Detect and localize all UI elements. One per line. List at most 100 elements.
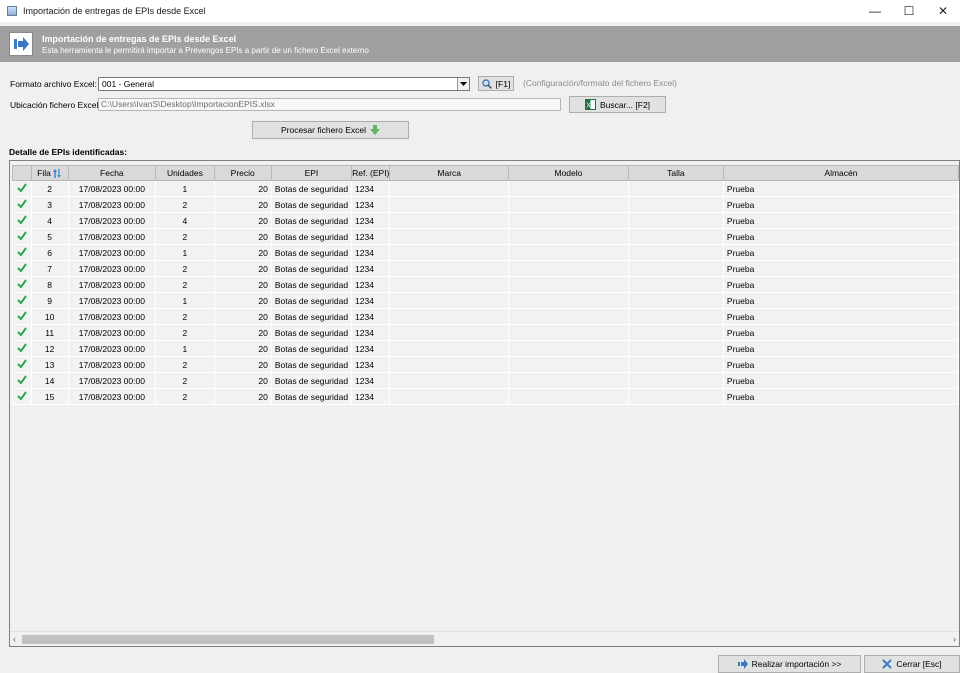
- cell-ref[interactable]: 1234: [351, 308, 391, 325]
- cell-talla[interactable]: [627, 244, 724, 261]
- cell-precio[interactable]: 20: [213, 292, 272, 309]
- cell-unidades[interactable]: 1: [155, 180, 215, 197]
- cell-modelo[interactable]: [508, 292, 629, 309]
- col-header-talla[interactable]: Talla: [627, 165, 724, 181]
- cell-unidades[interactable]: 2: [155, 196, 215, 213]
- cell-talla[interactable]: [627, 372, 724, 389]
- cell-epi[interactable]: Botas de seguridad: [270, 196, 353, 213]
- cell-marca[interactable]: [389, 356, 510, 373]
- table-row[interactable]: 4 17/08/2023 00:00 4 20 Botas de seguridad 12…: [12, 212, 959, 229]
- cell-unidades[interactable]: 2: [155, 356, 215, 373]
- cell-marca[interactable]: [389, 388, 510, 405]
- cell-unidades[interactable]: 2: [155, 276, 215, 293]
- cell-fila[interactable]: 7: [30, 260, 69, 277]
- cell-talla[interactable]: [627, 196, 724, 213]
- cell-modelo[interactable]: [508, 228, 629, 245]
- cell-almacen[interactable]: Prueba: [722, 388, 959, 405]
- cell-almacen[interactable]: Prueba: [722, 196, 959, 213]
- cell-almacen[interactable]: Prueba: [722, 308, 959, 325]
- file-path-field[interactable]: C:\Users\IvanS\Desktop\ImportacionEPIS.x…: [98, 98, 561, 111]
- cell-unidades[interactable]: 1: [155, 340, 215, 357]
- table-row[interactable]: 14 17/08/2023 00:00 2 20 Botas de seguridad 1…: [12, 372, 959, 389]
- cell-talla[interactable]: [627, 292, 724, 309]
- cell-fecha[interactable]: 17/08/2023 00:00: [67, 292, 157, 309]
- cell-epi[interactable]: Botas de seguridad: [270, 340, 353, 357]
- cell-unidades[interactable]: 2: [155, 388, 215, 405]
- table-row[interactable]: 13 17/08/2023 00:00 2 20 Botas de seguridad 1…: [12, 356, 959, 373]
- cell-almacen[interactable]: Prueba: [722, 228, 959, 245]
- cell-modelo[interactable]: [508, 324, 629, 341]
- cell-epi[interactable]: Botas de seguridad: [270, 372, 353, 389]
- col-header-epi[interactable]: EPI: [270, 165, 353, 181]
- cell-fila[interactable]: 2: [30, 180, 69, 197]
- horizontal-scrollbar[interactable]: ‹ ›: [10, 631, 959, 646]
- cell-talla[interactable]: [627, 276, 724, 293]
- cell-ref[interactable]: 1234: [351, 212, 391, 229]
- cell-fecha[interactable]: 17/08/2023 00:00: [67, 228, 157, 245]
- cell-modelo[interactable]: [508, 388, 629, 405]
- cell-epi[interactable]: Botas de seguridad: [270, 276, 353, 293]
- cell-marca[interactable]: [389, 308, 510, 325]
- cell-ref[interactable]: 1234: [351, 260, 391, 277]
- cell-unidades[interactable]: 2: [155, 228, 215, 245]
- cell-marca[interactable]: [389, 324, 510, 341]
- minimize-button[interactable]: —: [858, 0, 892, 22]
- cell-precio[interactable]: 20: [213, 372, 272, 389]
- cell-almacen[interactable]: Prueba: [722, 356, 959, 373]
- scroll-left-icon[interactable]: ‹: [13, 634, 16, 644]
- col-header-fecha[interactable]: Fecha: [67, 165, 157, 181]
- cell-epi[interactable]: Botas de seguridad: [270, 180, 353, 197]
- cell-almacen[interactable]: Prueba: [722, 180, 959, 197]
- cell-ref[interactable]: 1234: [351, 388, 391, 405]
- cell-talla[interactable]: [627, 308, 724, 325]
- cell-marca[interactable]: [389, 372, 510, 389]
- cell-ref[interactable]: 1234: [351, 324, 391, 341]
- cell-fila[interactable]: 4: [30, 212, 69, 229]
- cell-fila[interactable]: 8: [30, 276, 69, 293]
- col-header-almacen[interactable]: Almacén: [722, 165, 959, 181]
- cell-ref[interactable]: 1234: [351, 276, 391, 293]
- cell-fila[interactable]: 12: [30, 340, 69, 357]
- cell-epi[interactable]: Botas de seguridad: [270, 260, 353, 277]
- cell-talla[interactable]: [627, 212, 724, 229]
- cell-epi[interactable]: Botas de seguridad: [270, 244, 353, 261]
- cell-epi[interactable]: Botas de seguridad: [270, 324, 353, 341]
- cell-almacen[interactable]: Prueba: [722, 212, 959, 229]
- table-row[interactable]: 2 17/08/2023 00:00 1 20 Botas de seguridad 12…: [12, 180, 959, 197]
- cell-unidades[interactable]: 1: [155, 244, 215, 261]
- col-header-fila[interactable]: Fila: [30, 165, 69, 181]
- cell-talla[interactable]: [627, 260, 724, 277]
- cell-almacen[interactable]: Prueba: [722, 244, 959, 261]
- cell-fila[interactable]: 6: [30, 244, 69, 261]
- cell-precio[interactable]: 20: [213, 356, 272, 373]
- col-header-unidades[interactable]: Unidades: [155, 165, 215, 181]
- table-row[interactable]: 12 17/08/2023 00:00 1 20 Botas de seguridad 1…: [12, 340, 959, 357]
- cell-fecha[interactable]: 17/08/2023 00:00: [67, 372, 157, 389]
- cell-ref[interactable]: 1234: [351, 244, 391, 261]
- cell-epi[interactable]: Botas de seguridad: [270, 388, 353, 405]
- cell-precio[interactable]: 20: [213, 244, 272, 261]
- cell-unidades[interactable]: 1: [155, 292, 215, 309]
- table-row[interactable]: 5 17/08/2023 00:00 2 20 Botas de seguridad 12…: [12, 228, 959, 245]
- cell-marca[interactable]: [389, 276, 510, 293]
- process-excel-button[interactable]: Procesar fichero Excel: [252, 121, 409, 139]
- cell-epi[interactable]: Botas de seguridad: [270, 356, 353, 373]
- cell-fila[interactable]: 15: [30, 388, 69, 405]
- col-header-ref[interactable]: Ref. (EPI): [351, 165, 391, 181]
- cell-fecha[interactable]: 17/08/2023 00:00: [67, 308, 157, 325]
- table-row[interactable]: 10 17/08/2023 00:00 2 20 Botas de seguridad 1…: [12, 308, 959, 325]
- cell-marca[interactable]: [389, 180, 510, 197]
- cell-fecha[interactable]: 17/08/2023 00:00: [67, 180, 157, 197]
- cell-almacen[interactable]: Prueba: [722, 260, 959, 277]
- cell-modelo[interactable]: [508, 356, 629, 373]
- cell-precio[interactable]: 20: [213, 276, 272, 293]
- cell-precio[interactable]: 20: [213, 388, 272, 405]
- close-button[interactable]: Cerrar [Esc]: [864, 655, 960, 673]
- cell-modelo[interactable]: [508, 340, 629, 357]
- table-row[interactable]: 9 17/08/2023 00:00 1 20 Botas de seguridad 12…: [12, 292, 959, 309]
- cell-ref[interactable]: 1234: [351, 180, 391, 197]
- cell-ref[interactable]: 1234: [351, 292, 391, 309]
- cell-fecha[interactable]: 17/08/2023 00:00: [67, 324, 157, 341]
- col-header-marca[interactable]: Marca: [389, 165, 510, 181]
- table-row[interactable]: 3 17/08/2023 00:00 2 20 Botas de seguridad 12…: [12, 196, 959, 213]
